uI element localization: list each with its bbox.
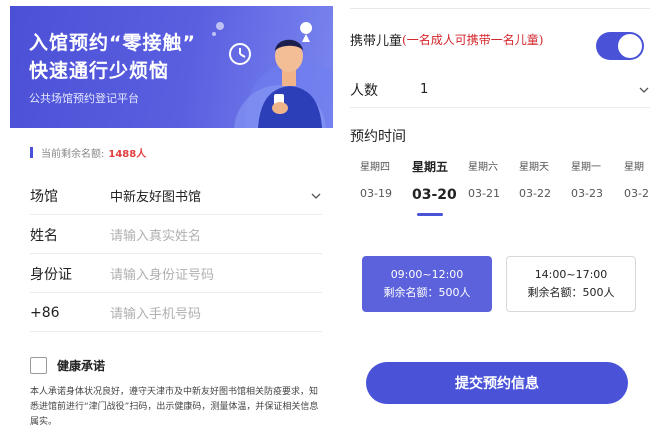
banner-subtitle: 公共场馆预约登记平台 xyxy=(29,92,139,105)
date-tab-weekday: 星期五 xyxy=(412,160,449,174)
phone-field-row: +86 请输入手机号码 xyxy=(30,294,322,332)
venue-select[interactable]: 场馆 中新友好图书馆 xyxy=(30,177,322,215)
date-tab[interactable]: 星期 03-2 xyxy=(624,158,671,200)
banner-title-line2: 快速通行少烦恼 xyxy=(29,60,170,82)
divider xyxy=(350,8,650,9)
date-tab-date: 03-23 xyxy=(571,187,603,200)
date-tab-date: 03-22 xyxy=(519,187,551,200)
date-tab-selected[interactable]: 星期五 03-20 xyxy=(412,158,462,216)
phone-country-code: +86 xyxy=(30,304,60,321)
date-tab-date: 03-20 xyxy=(412,187,457,203)
chevron-down-icon xyxy=(639,87,649,93)
remaining-quota: 当前剩余名额: 1488人 xyxy=(30,145,146,160)
health-pledge-checkbox[interactable] xyxy=(30,357,47,374)
chevron-down-icon xyxy=(311,193,321,199)
selected-underline xyxy=(417,213,443,216)
time-slot-time: 14:00~17:00 xyxy=(534,268,608,281)
banner-title-line1: 入馆预约“零接触” xyxy=(29,32,196,54)
date-tab-date: 03-21 xyxy=(468,187,500,200)
child-label: 携带儿童 xyxy=(350,34,403,49)
id-card-field-row: 身份证 请输入身份证号码 xyxy=(30,255,322,293)
toggle-knob xyxy=(618,34,642,58)
name-input[interactable]: 请输入真实姓名 xyxy=(110,225,322,244)
date-tab-weekday: 星期 xyxy=(624,162,644,173)
phone-input[interactable]: 请输入手机号码 xyxy=(110,303,322,322)
venue-label: 场馆 xyxy=(30,188,58,205)
booking-time-header: 预约时间 xyxy=(350,129,406,145)
date-tab-weekday: 星期六 xyxy=(468,162,498,173)
id-card-input[interactable]: 请输入身份证号码 xyxy=(110,264,322,283)
date-tab[interactable]: 星期六 03-21 xyxy=(468,158,518,200)
health-pledge-title: 健康承诺 xyxy=(57,359,106,373)
time-slot-remaining: 剩余名额：500人 xyxy=(383,286,471,299)
id-card-label: 身份证 xyxy=(30,266,72,283)
name-label: 姓名 xyxy=(30,227,58,244)
date-tab-date: 03-19 xyxy=(360,187,392,200)
health-pledge-header: 健康承诺 xyxy=(30,357,105,374)
date-tab-weekday: 星期四 xyxy=(360,162,390,173)
submit-button[interactable]: 提交预约信息 xyxy=(366,362,628,404)
accent-bar xyxy=(30,147,33,158)
people-count-select[interactable]: 人数 1 xyxy=(350,72,650,108)
time-slot-time: 09:00~12:00 xyxy=(390,268,464,281)
left-panel: 入馆预约“零接触” 快速通行少烦恼 公共场馆预约登记平台 当前剩余名额: 148… xyxy=(0,0,333,444)
name-field-row: 姓名 请输入真实姓名 xyxy=(30,216,322,254)
date-tab[interactable]: 星期四 03-19 xyxy=(360,158,410,200)
date-tab-weekday: 星期天 xyxy=(519,162,549,173)
date-tab-weekday: 星期一 xyxy=(571,162,601,173)
time-slot-selected[interactable]: 09:00~12:00 剩余名额：500人 xyxy=(362,256,492,312)
date-tab-date: 03-2 xyxy=(624,187,649,200)
health-pledge-text: 本人承诺身体状况良好，遵守天津市及中新友好图书馆相关防疫要求，知悉进馆前进行“津… xyxy=(30,387,319,427)
people-value: 1 xyxy=(420,82,429,97)
people-label: 人数 xyxy=(350,82,378,99)
date-tab[interactable]: 星期一 03-23 xyxy=(571,158,621,200)
venue-value: 中新友好图书馆 xyxy=(110,190,202,205)
person-with-phone-illustration xyxy=(212,22,333,128)
remaining-value: 1488人 xyxy=(108,149,147,160)
right-panel: 携带儿童 (一名成人可携带一名儿童) 人数 1 预约时间 星期四 03-19 星… xyxy=(338,0,671,410)
child-note: (一名成人可携带一名儿童) xyxy=(402,33,544,47)
date-tab[interactable]: 星期天 03-22 xyxy=(519,158,569,200)
date-tabs: 星期四 03-19 星期五 03-20 星期六 03-21 星期天 03-22 … xyxy=(350,158,670,220)
time-slot-remaining: 剩余名额：500人 xyxy=(527,286,615,299)
time-slot[interactable]: 14:00~17:00 剩余名额：500人 xyxy=(506,256,636,312)
remaining-label: 当前剩余名额: xyxy=(41,149,105,160)
child-toggle[interactable] xyxy=(596,32,644,60)
promo-banner: 入馆预约“零接触” 快速通行少烦恼 公共场馆预约登记平台 xyxy=(10,6,333,128)
